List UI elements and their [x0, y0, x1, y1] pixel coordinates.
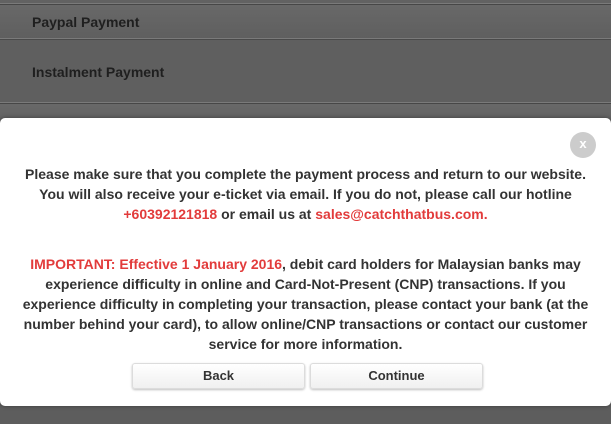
payment-option-instalment[interactable]: Instalment Payment	[0, 39, 611, 103]
back-button[interactable]: Back	[132, 363, 305, 389]
close-icon: x	[579, 136, 587, 151]
hotline-link[interactable]: +60392121818	[123, 206, 217, 222]
close-button[interactable]: x	[570, 132, 596, 158]
instruction-text: Please make sure that you complete the p…	[25, 166, 586, 202]
payment-notice-modal: x Please make sure that you complete the…	[0, 118, 611, 406]
email-link[interactable]: sales@catchthatbus.com.	[315, 206, 487, 222]
payment-option-label: Paypal Payment	[32, 14, 140, 30]
payment-option-paypal[interactable]: Paypal Payment	[0, 4, 611, 39]
important-notice-text: IMPORTANT: Effective 1 January 2016, deb…	[14, 254, 597, 354]
payment-instruction-text: Please make sure that you complete the p…	[14, 164, 597, 224]
important-label: IMPORTANT: Effective 1 January 2016	[30, 256, 283, 272]
instruction-text-email-prefix: or email us at	[221, 206, 312, 222]
continue-button[interactable]: Continue	[310, 363, 483, 389]
payment-option-label: Instalment Payment	[32, 64, 165, 80]
